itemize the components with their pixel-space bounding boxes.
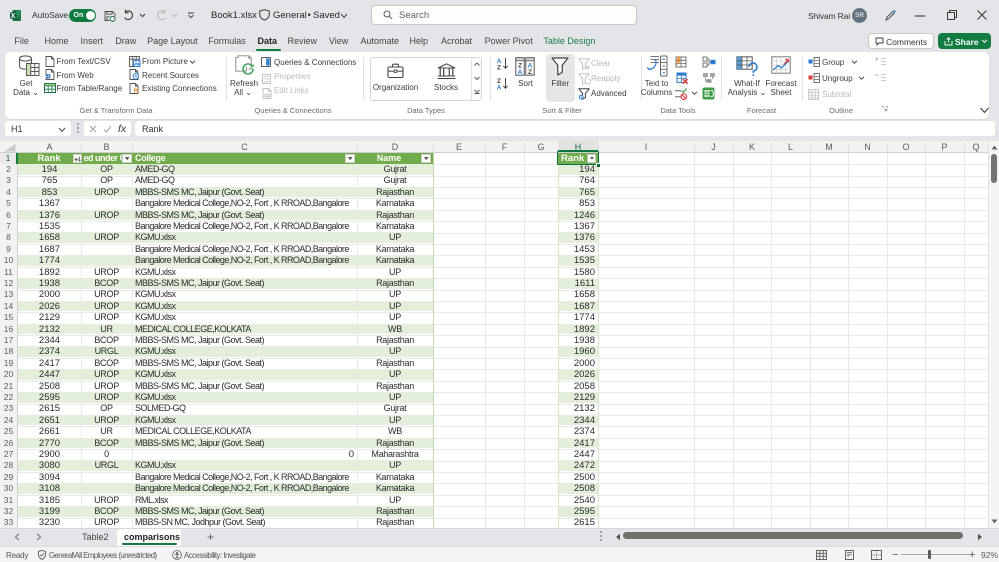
svg-text:Z: Z <box>497 65 501 72</box>
svg-text:Z: Z <box>528 69 532 76</box>
svg-text:A: A <box>518 69 523 76</box>
svg-text:X: X <box>11 13 16 20</box>
svg-text:A: A <box>497 85 502 92</box>
